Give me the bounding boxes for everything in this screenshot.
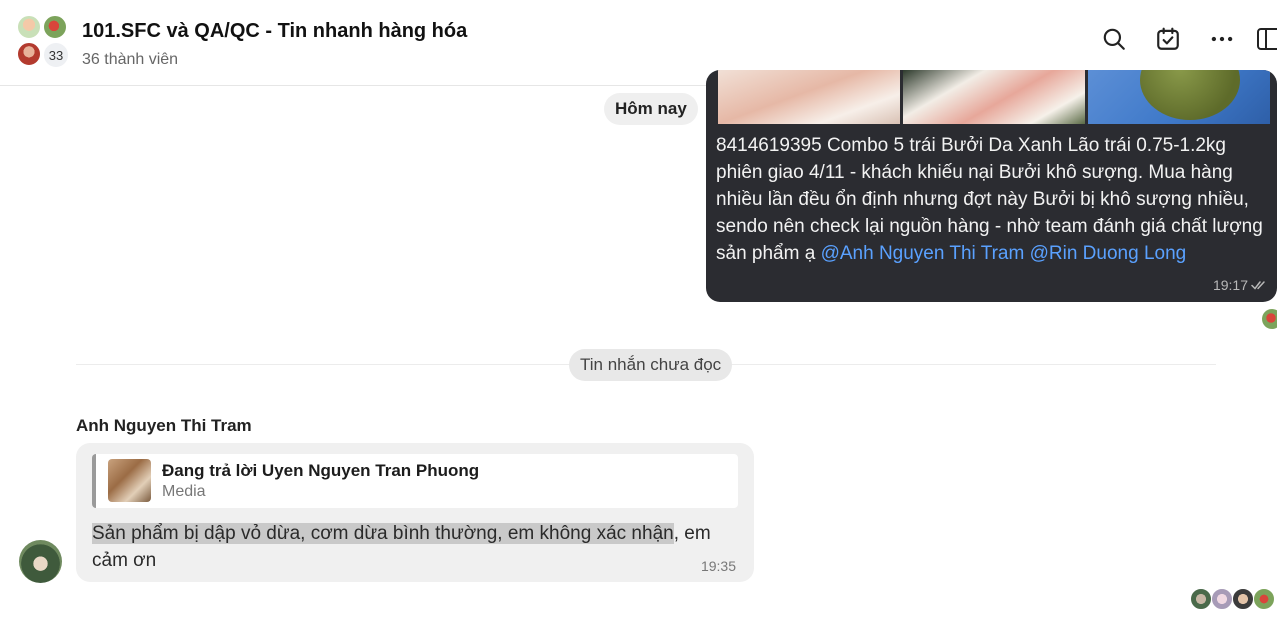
group-avatar[interactable]: 33 (16, 14, 72, 70)
group-title[interactable]: 101.SFC và QA/QC - Tin nhanh hàng hóa (82, 20, 467, 43)
message-text: Sản phẩm bị dập vỏ dừa, cơm dừa bình thư… (92, 520, 742, 574)
reply-thumbnail (108, 459, 151, 502)
read-receipts[interactable] (1190, 588, 1275, 610)
mention-link[interactable]: @Rin Duong Long (1030, 243, 1187, 264)
unread-separator: Tin nhắn chưa đọc (569, 349, 733, 381)
message-meta: 19:17 (1213, 277, 1267, 293)
message-text: 8414619395 Combo 5 trái Bưởi Da Xanh Lão… (716, 132, 1271, 267)
message-image[interactable] (1088, 70, 1270, 124)
seen-avatar (1262, 309, 1277, 329)
message-time: 19:35 (700, 558, 736, 574)
incoming-message[interactable]: Đang trả lời Uyen Nguyen Tran Phuong Med… (76, 443, 754, 582)
reply-title: Đang trả lời Uyen Nguyen Tran Phuong (162, 461, 480, 480)
date-separator: Hôm nay (604, 93, 698, 125)
reader-avatar (1211, 588, 1233, 610)
reply-type: Media (162, 483, 206, 500)
mention-link[interactable]: @Anh Nguyen Thi Tram (821, 243, 1025, 264)
member-count[interactable]: 36 thành viên (82, 51, 178, 69)
member-avatar (42, 14, 68, 40)
message-image[interactable] (718, 70, 900, 124)
message-image[interactable] (903, 70, 1085, 124)
sender-avatar[interactable] (19, 540, 62, 583)
member-count-badge: 33 (42, 41, 70, 69)
sender-name[interactable]: Anh Nguyen Thi Tram (76, 416, 252, 436)
highlighted-text: Sản phẩm bị dập vỏ dừa, cơm dừa bình thư… (92, 523, 674, 544)
double-check-icon (1251, 281, 1265, 290)
reader-avatar (1190, 588, 1212, 610)
reader-avatar (1232, 588, 1254, 610)
search-icon[interactable] (1097, 22, 1131, 56)
member-avatar (16, 14, 42, 40)
side-panel-icon[interactable] (1256, 22, 1277, 56)
chat-window: 33 101.SFC và QA/QC - Tin nhanh hàng hóa… (0, 0, 1277, 627)
outgoing-message[interactable]: 8414619395 Combo 5 trái Bưởi Da Xanh Lão… (706, 70, 1277, 302)
member-avatar (16, 41, 42, 67)
reply-quote[interactable]: Đang trả lời Uyen Nguyen Tran Phuong Med… (92, 454, 738, 508)
message-time: 19:17 (1212, 277, 1248, 293)
more-icon[interactable] (1205, 22, 1239, 56)
reader-avatar (1253, 588, 1275, 610)
calendar-check-icon[interactable] (1151, 22, 1185, 56)
